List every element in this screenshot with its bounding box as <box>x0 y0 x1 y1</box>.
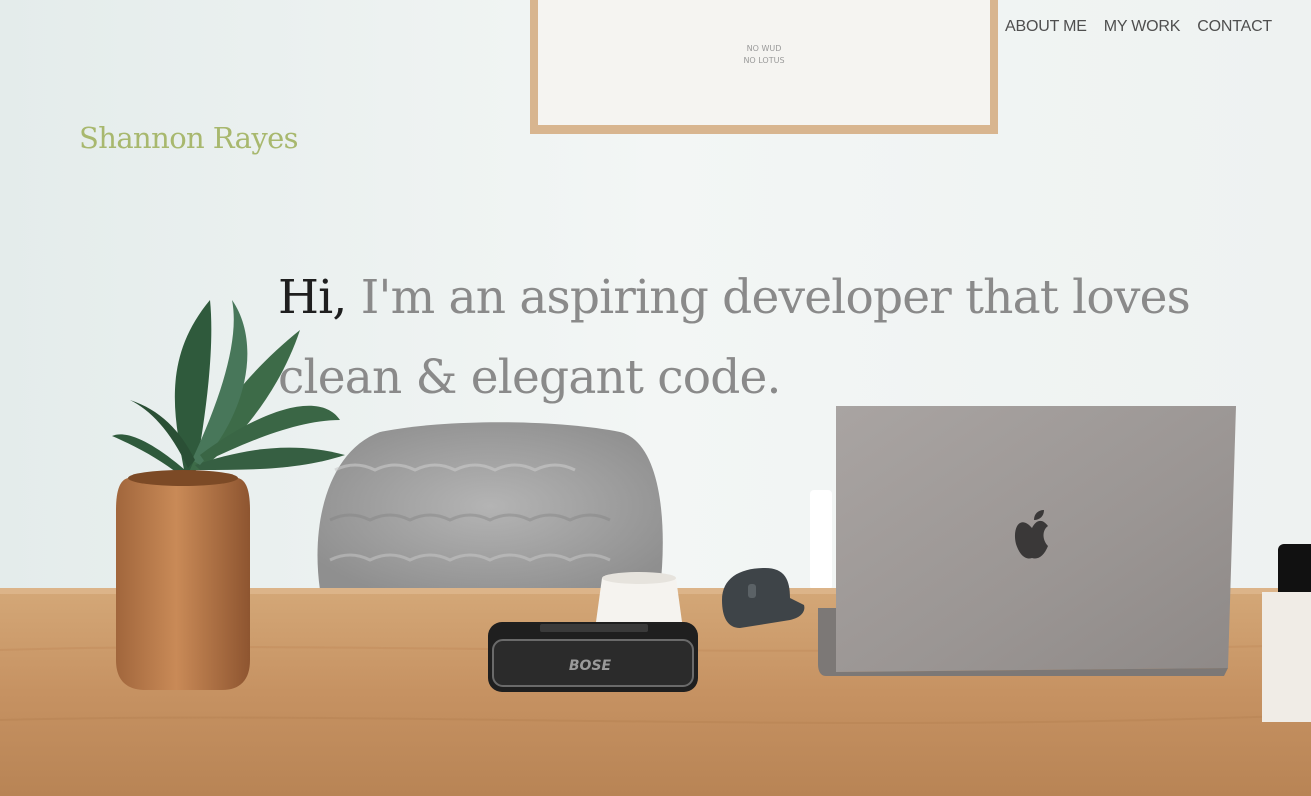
hero-headline: Hi, I'm an aspiring developer that loves… <box>278 258 1238 418</box>
brand-name[interactable]: Shannon Rayes <box>79 121 299 155</box>
mug <box>596 572 682 622</box>
nav-about-me[interactable]: About me <box>1005 18 1087 36</box>
main-nav: About me My work Contact <box>1005 18 1272 36</box>
poster-frame: NO WUD NO LOTUS <box>530 0 998 134</box>
hero-greeting: Hi, <box>278 270 347 325</box>
speaker-brand-text: BOSE <box>569 658 612 674</box>
poster-text-line1: NO WUD <box>747 44 782 53</box>
nav-my-work[interactable]: My work <box>1104 18 1181 36</box>
speaker: BOSE <box>488 622 698 692</box>
laptop <box>818 406 1236 676</box>
hero-tagline: I'm an aspiring developer that loves cle… <box>278 270 1191 405</box>
nav-contact[interactable]: Contact <box>1197 18 1272 36</box>
poster-text-line2: NO LOTUS <box>743 56 784 65</box>
vase <box>116 470 250 690</box>
